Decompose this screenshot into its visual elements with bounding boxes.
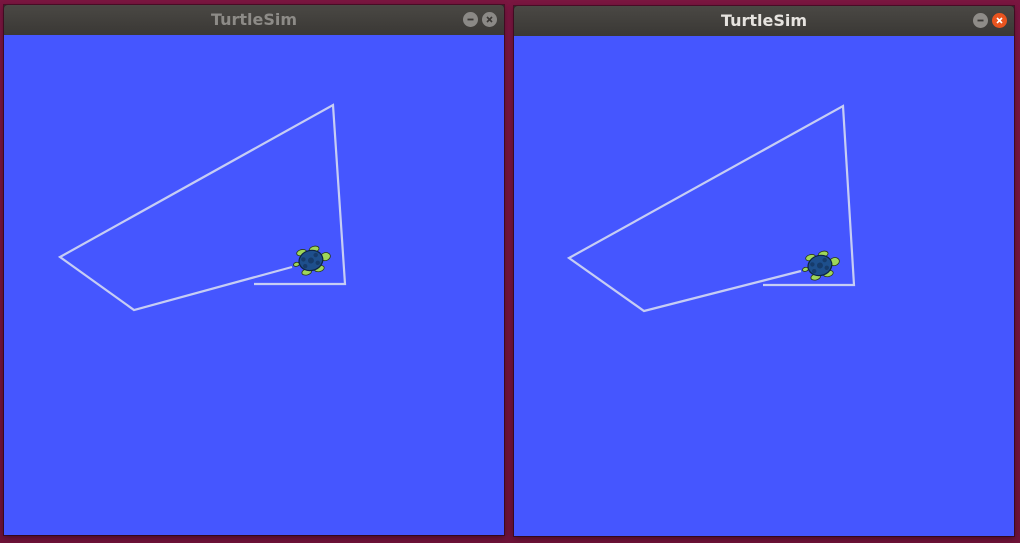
path-drawing xyxy=(566,104,856,313)
title-bar[interactable]: TurtleSim xyxy=(4,5,504,35)
path-drawing xyxy=(57,103,347,312)
turtle-icon xyxy=(293,245,331,276)
turtlesim-window-left[interactable]: TurtleSim xyxy=(4,5,504,535)
close-icon[interactable] xyxy=(992,13,1007,28)
turtle-canvas xyxy=(514,36,1014,536)
title-bar[interactable]: TurtleSim xyxy=(514,6,1014,36)
window-title: TurtleSim xyxy=(720,11,808,30)
minimize-icon[interactable] xyxy=(973,13,988,28)
turtlesim-window-right[interactable]: TurtleSim xyxy=(514,6,1014,536)
window-title: TurtleSim xyxy=(210,10,298,29)
turtle-path xyxy=(57,103,347,312)
turtle-icon xyxy=(802,250,840,281)
minimize-icon[interactable] xyxy=(463,12,478,27)
turtle-path xyxy=(566,104,856,313)
turtle-canvas xyxy=(4,35,504,535)
close-icon[interactable] xyxy=(482,12,497,27)
